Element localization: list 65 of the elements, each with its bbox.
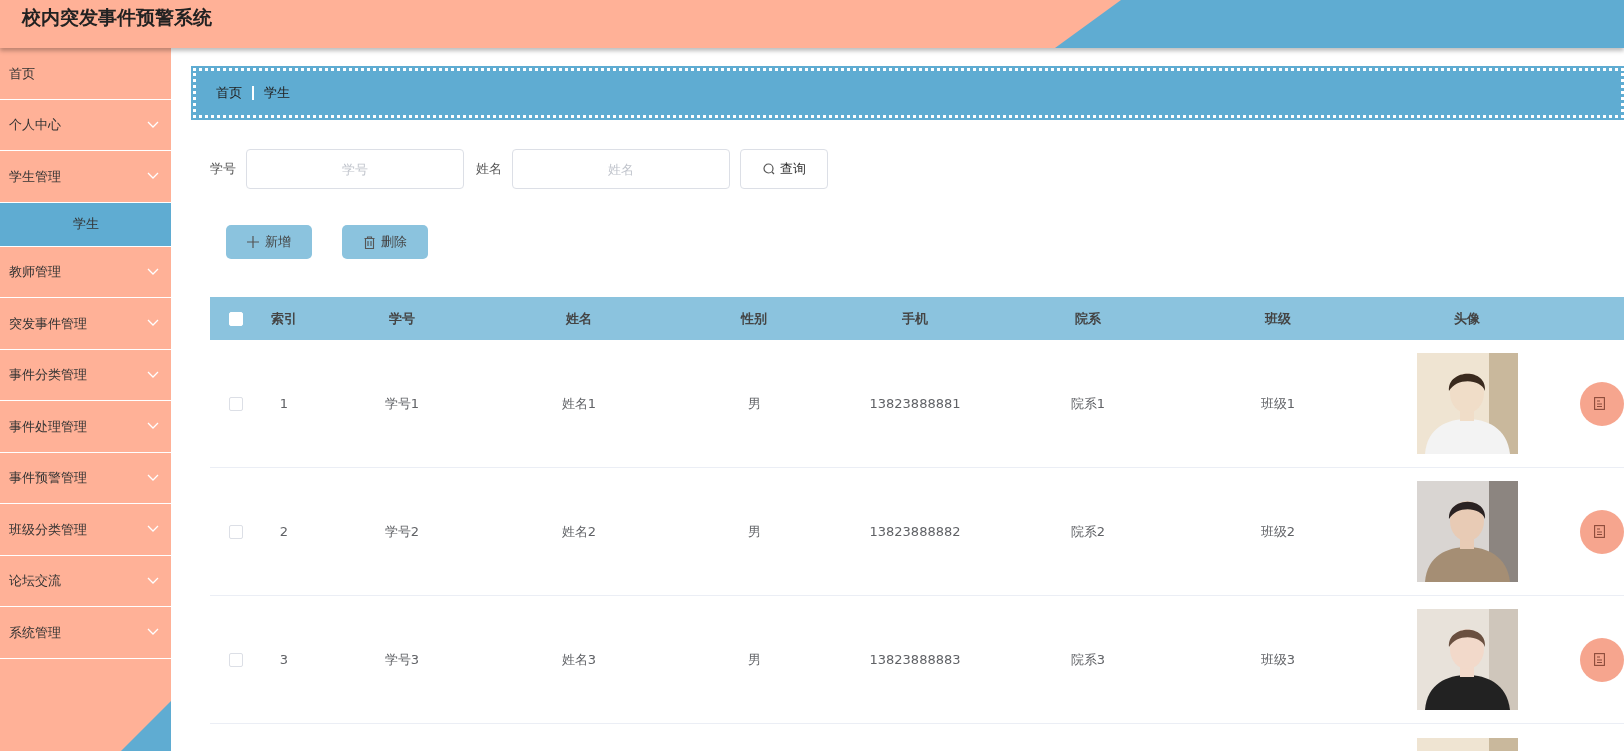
table-cell: 3 [279, 651, 289, 667]
document-icon [1594, 653, 1605, 666]
table-cell: 13823888883 [869, 651, 961, 667]
column-header: 性别 [741, 310, 767, 326]
sidebar-item[interactable]: 首页 [0, 48, 171, 100]
column-header: 手机 [902, 310, 928, 326]
select-all-checkbox[interactable] [229, 311, 243, 326]
document-icon [1594, 525, 1605, 538]
table-cell: 学号2 [384, 523, 420, 539]
trash-icon [363, 235, 375, 249]
table-cell: 男 [747, 651, 761, 667]
search-icon [762, 163, 775, 175]
detail-button[interactable] [1580, 509, 1624, 554]
column-header: 索引 [271, 310, 297, 326]
table-cell: 姓名3 [561, 651, 597, 667]
table-cell: 13823888881 [869, 395, 961, 411]
search-button[interactable]: 查询 [740, 149, 828, 189]
sidebar-item[interactable]: 事件处理管理 [0, 401, 171, 453]
document-icon [1594, 397, 1605, 410]
input-field[interactable]: 学号 [246, 149, 464, 189]
row-checkbox[interactable] [229, 652, 243, 667]
column-header: 学号 [389, 310, 415, 326]
table-cell: 姓名2 [561, 523, 597, 539]
row-checkbox[interactable] [229, 396, 243, 411]
sidebar-item[interactable]: 论坛交流 [0, 555, 171, 607]
table-cell: 院系1 [1070, 395, 1106, 411]
table-cell: 学号1 [384, 395, 420, 411]
table-cell: 姓名1 [561, 395, 597, 411]
input-field[interactable]: 姓名 [512, 149, 730, 189]
column-header: 头像 [1454, 310, 1480, 326]
sidebar-item[interactable]: 个人中心 [0, 99, 171, 151]
column-header: 姓名 [566, 310, 592, 326]
table-cell: 13823888882 [869, 523, 961, 539]
sidebar-item[interactable]: 系统管理 [0, 607, 171, 659]
sidebar-item[interactable]: 教师管理 [0, 246, 171, 298]
field-label: 姓名 [476, 160, 502, 179]
breadcrumb-link[interactable]: 学生 [264, 83, 290, 103]
table-cell: 班级1 [1260, 395, 1296, 411]
table-cell: 院系2 [1070, 523, 1106, 539]
field-label: 学号 [210, 160, 236, 179]
detail-button[interactable] [1580, 381, 1624, 426]
sidebar-item[interactable]: 突发事件管理 [0, 298, 171, 350]
table-cell: 男 [747, 523, 761, 539]
app-title: 校内突发事件预警系统 [20, 5, 212, 30]
sidebar-decoration [121, 701, 171, 751]
sidebar-item[interactable]: 班级分类管理 [0, 504, 171, 556]
sidebar-item[interactable]: 学生管理 [0, 151, 171, 203]
table-cell: 2 [279, 523, 289, 539]
table-cell: 学号3 [384, 651, 420, 667]
sidebar-item[interactable]: 事件预警管理 [0, 452, 171, 504]
table-cell: 1 [279, 395, 289, 411]
table-cell: 院系3 [1070, 651, 1106, 667]
table-cell: 男 [747, 395, 761, 411]
delete-button[interactable]: 删除 [342, 225, 428, 259]
column-header: 院系 [1075, 310, 1101, 326]
table-cell: 班级3 [1260, 651, 1296, 667]
row-checkbox[interactable] [229, 524, 243, 539]
breadcrumb-link[interactable]: 首页 [216, 83, 242, 103]
table-cell: 班级2 [1260, 523, 1296, 539]
sidebar-subitem[interactable]: 学生 [0, 202, 171, 247]
column-header: 班级 [1265, 310, 1291, 326]
detail-button[interactable] [1580, 637, 1624, 682]
add-button[interactable]: 新增 [226, 225, 312, 259]
plus-icon [247, 236, 259, 248]
sidebar-item[interactable]: 事件分类管理 [0, 349, 171, 401]
